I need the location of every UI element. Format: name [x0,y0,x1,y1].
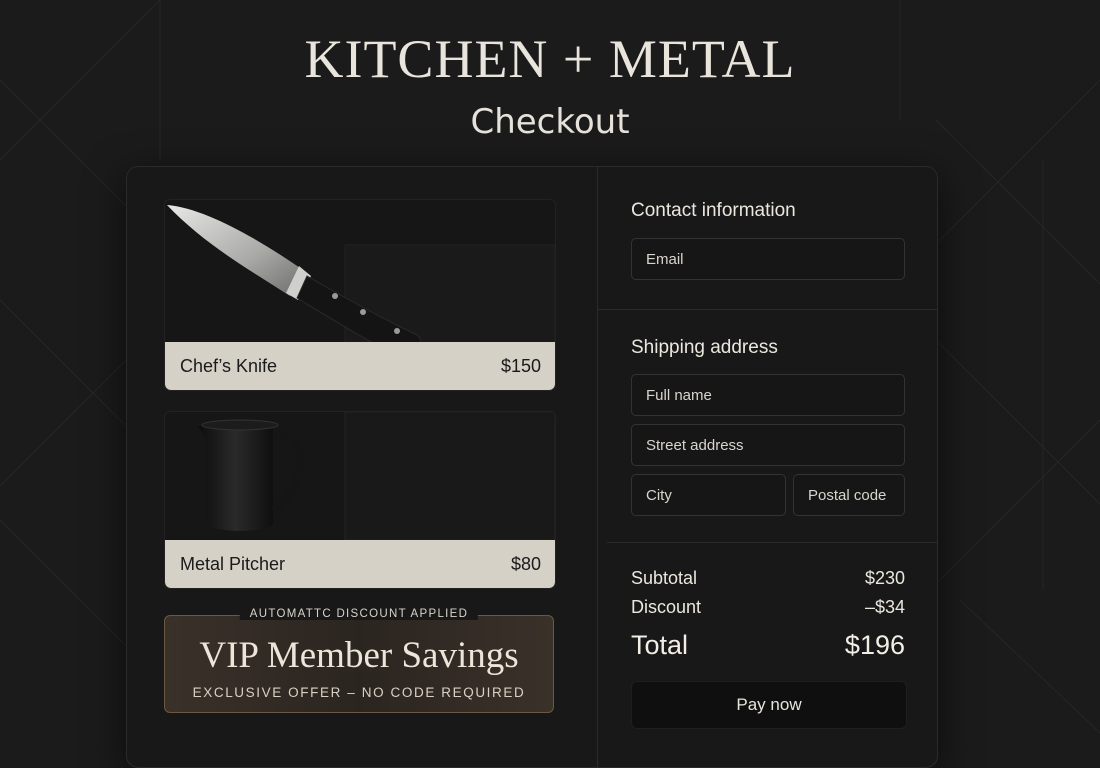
product-label-bar: Chef’s Knife $150 [165,342,555,390]
subtotal-row: Subtotal $230 [631,568,905,589]
contact-section-title: Contact information [631,200,796,221]
subtotal-value: $230 [864,568,905,588]
metal-pitcher-image [165,412,555,541]
brand-logo: KITCHEN + METAL [304,29,796,89]
full-name-field[interactable] [631,374,905,416]
product-label-bar: Metal Pitcher $80 [165,540,555,588]
product-price: $80 [510,553,541,574]
product-name: Chef’s Knife [180,355,278,376]
discount-label: Discount [631,597,702,617]
page-title: Checkout [470,102,630,142]
section-divider [607,542,937,543]
vip-discount-banner: AUTOMATTC DISCOUNT APPLIED VIP Member Sa… [164,608,554,713]
email-field[interactable] [631,238,905,280]
discount-value: –$34 [864,597,905,617]
column-divider [597,167,598,767]
promo-title: VIP Member Savings [199,635,519,676]
city-field[interactable] [631,474,786,516]
discount-row: Discount –$34 [631,597,905,618]
street-address-field[interactable] [631,424,905,466]
discount-applied-tag: AUTOMATTC DISCOUNT APPLIED [239,608,479,620]
section-divider [598,309,937,310]
total-row: Total $196 [631,630,905,661]
product-card-chefs-knife[interactable]: Chef’s Knife $150 [164,199,556,391]
checkout-card: Chef’s Knife $150 Metal Pitcher $80 AUTO… [126,166,938,768]
shipping-section-title: Shipping address [631,337,778,358]
promo-subtitle: EXCLUSIVE OFFER – NO CODE REQUIRED [192,685,526,700]
pay-now-button[interactable]: Pay now [631,681,907,729]
postal-code-field[interactable] [793,474,905,516]
chef-knife-image [165,200,555,359]
product-price: $150 [500,355,541,376]
total-label: Total [631,630,689,660]
product-card-metal-pitcher[interactable]: Metal Pitcher $80 [164,411,556,589]
subtotal-label: Subtotal [631,568,698,588]
product-name: Metal Pitcher [180,553,286,574]
total-value: $196 [844,630,905,660]
